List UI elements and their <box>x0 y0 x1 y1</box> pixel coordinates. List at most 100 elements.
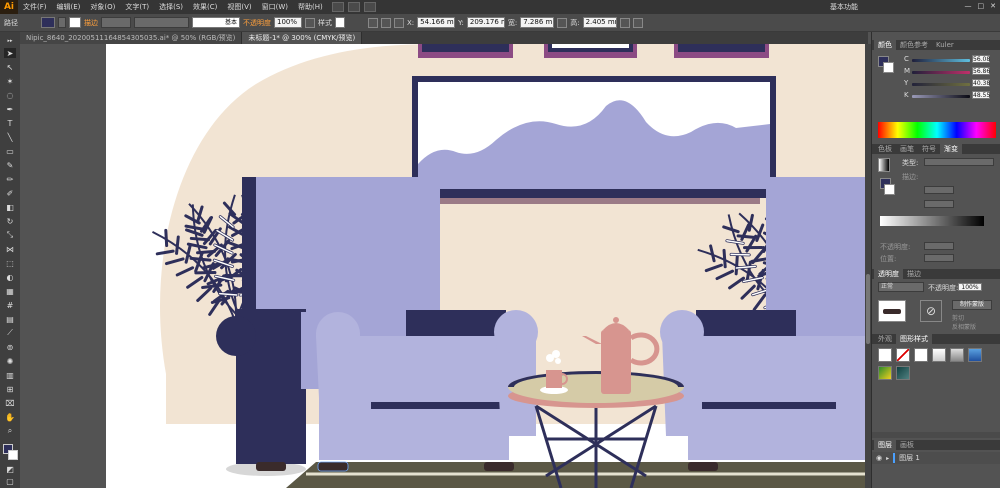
menu-select[interactable]: 选择(S) <box>154 2 188 12</box>
gradient-location-dropdown[interactable] <box>924 254 954 262</box>
tab-transparency[interactable]: 透明度 <box>874 269 903 279</box>
link-proportions-icon[interactable] <box>557 17 568 28</box>
opacity-input[interactable]: 100% <box>274 17 302 28</box>
style-eight[interactable] <box>896 366 910 380</box>
y-input[interactable]: 209.176 mm <box>466 17 505 28</box>
eye-icon[interactable]: ◉ <box>876 454 882 462</box>
tab-appearance[interactable]: 外观 <box>874 334 896 344</box>
gradient-stroke-swatch[interactable] <box>884 184 895 195</box>
tab-artboards[interactable]: 画板 <box>896 440 918 450</box>
color-spectrum[interactable] <box>878 122 996 138</box>
symbol-sprayer-tool-icon[interactable]: ✺ <box>4 356 16 366</box>
blend-mode-dropdown[interactable]: 正常 <box>878 282 924 292</box>
tab-kuler[interactable]: Kuler <box>932 41 958 49</box>
channel-k-slider[interactable] <box>912 95 970 98</box>
transform-ref-icon[interactable] <box>394 17 404 28</box>
close-icon[interactable]: ✕ <box>990 2 996 10</box>
column-graph-tool-icon[interactable]: ▥ <box>4 370 16 380</box>
style-three[interactable] <box>914 348 928 362</box>
blend-tool-icon[interactable]: ⊚ <box>4 342 16 352</box>
stroke-swatch[interactable] <box>69 17 81 28</box>
menu-window[interactable]: 窗口(W) <box>257 2 293 12</box>
shape-builder-tool-icon[interactable]: ◐ <box>4 272 16 282</box>
menu-help[interactable]: 帮助(H) <box>293 2 328 12</box>
opacity-arrow-icon[interactable] <box>305 17 315 28</box>
panel-stroke-swatch[interactable] <box>883 62 894 73</box>
gradient-opacity-dropdown[interactable] <box>924 242 954 250</box>
channel-k-input[interactable]: 48.55 <box>972 91 990 99</box>
tab-stroke[interactable]: 描边 <box>903 269 925 279</box>
menu-object[interactable]: 对象(O) <box>85 2 120 12</box>
recolor-icon[interactable] <box>368 17 378 28</box>
variable-width-dropdown[interactable] <box>134 17 189 28</box>
tab-color[interactable]: 颜色 <box>874 40 896 50</box>
gradient-aspect-dropdown[interactable] <box>924 200 954 208</box>
free-transform-tool-icon[interactable]: ⬚ <box>4 258 16 268</box>
channel-c-slider[interactable] <box>912 59 970 62</box>
blob-brush-tool-icon[interactable]: ✐ <box>4 188 16 198</box>
style-six[interactable] <box>968 348 982 362</box>
x-input[interactable]: 54.166 mm <box>417 17 456 28</box>
magic-wand-tool-icon[interactable]: ✶ <box>4 76 16 86</box>
style-five[interactable] <box>950 348 964 362</box>
menu-type[interactable]: 文字(T) <box>120 2 154 12</box>
perspective-grid-tool-icon[interactable]: ▦ <box>4 286 16 296</box>
tab-brushes[interactable]: 画笔 <box>896 144 918 154</box>
tab-color-guide[interactable]: 颜色参考 <box>896 40 932 50</box>
workspace-switcher[interactable]: 基本功能 <box>830 2 858 12</box>
gradient-type-dropdown[interactable] <box>924 158 994 166</box>
sync-icon[interactable] <box>363 2 376 12</box>
tab-layers[interactable]: 图层 <box>874 440 896 450</box>
width-input[interactable]: 7.286 mm <box>520 17 555 28</box>
arrange-documents-icon[interactable] <box>347 2 360 12</box>
brush-definition-dropdown[interactable]: 基本 <box>192 17 240 28</box>
gradient-slider[interactable] <box>880 216 984 226</box>
illustration[interactable] <box>106 44 868 488</box>
maximize-icon[interactable]: □ <box>978 2 985 10</box>
stroke-color-swatch[interactable] <box>8 450 18 460</box>
line-tool-icon[interactable]: ╲ <box>4 132 16 142</box>
collapse-icon[interactable]: ▸▸ <box>4 36 16 46</box>
style-none[interactable] <box>896 348 910 362</box>
tab-graphic-styles[interactable]: 图形样式 <box>896 334 932 344</box>
scroll-thumb[interactable] <box>866 274 870 344</box>
slice-tool-icon[interactable]: ⌧ <box>4 398 16 408</box>
eyedropper-tool-icon[interactable]: ⟋ <box>4 328 16 338</box>
clip-checkbox[interactable]: 剪切 <box>952 313 964 322</box>
channel-y-input[interactable]: 40.38 <box>972 79 990 87</box>
menu-file[interactable]: 文件(F) <box>18 2 52 12</box>
tab-symbols[interactable]: 符号 <box>918 144 940 154</box>
graphic-style-swatch[interactable] <box>335 17 345 28</box>
channel-m-slider[interactable] <box>912 71 970 74</box>
mask-thumbnail[interactable]: ⊘ <box>920 300 942 322</box>
gradient-preview[interactable] <box>878 158 890 172</box>
tab-untitled-document[interactable]: 未标题-1* @ 300% (CMYK/预览) <box>242 32 363 44</box>
bridge-icon[interactable] <box>331 2 344 12</box>
menu-options-icon[interactable] <box>632 17 643 28</box>
pen-tool-icon[interactable]: ✒ <box>4 104 16 114</box>
color-mode-icon[interactable]: ◩ <box>4 464 16 474</box>
channel-m-input[interactable]: 56.86 <box>972 67 990 75</box>
tab-swatches[interactable]: 色板 <box>874 144 896 154</box>
selection-tool-icon[interactable]: ➤ <box>4 48 16 58</box>
artboard[interactable] <box>106 44 868 488</box>
expand-arrow-icon[interactable]: ▸ <box>886 455 889 462</box>
height-input[interactable]: 2.405 mm <box>582 17 617 28</box>
style-seven[interactable] <box>878 366 892 380</box>
direct-selection-tool-icon[interactable]: ↖ <box>4 62 16 72</box>
artboard-tool-icon[interactable]: ⊞ <box>4 384 16 394</box>
canvas-area[interactable] <box>20 44 868 488</box>
screen-mode-icon[interactable]: ▢ <box>4 476 16 486</box>
scale-tool-icon[interactable]: ⤡ <box>4 230 16 240</box>
rotate-tool-icon[interactable]: ↻ <box>4 216 16 226</box>
align-icon[interactable] <box>381 17 391 28</box>
pencil-tool-icon[interactable]: ✏ <box>4 174 16 184</box>
minimize-icon[interactable]: — <box>965 2 972 10</box>
menu-effect[interactable]: 效果(C) <box>188 2 222 12</box>
layer-row[interactable]: ◉ ▸ 图层 1 <box>872 452 1000 464</box>
lasso-tool-icon[interactable]: ◌ <box>4 90 16 100</box>
type-tool-icon[interactable]: T <box>4 118 16 128</box>
menu-view[interactable]: 视图(V) <box>222 2 256 12</box>
channel-y-slider[interactable] <box>912 83 970 86</box>
transform-options-icon[interactable] <box>619 17 630 28</box>
